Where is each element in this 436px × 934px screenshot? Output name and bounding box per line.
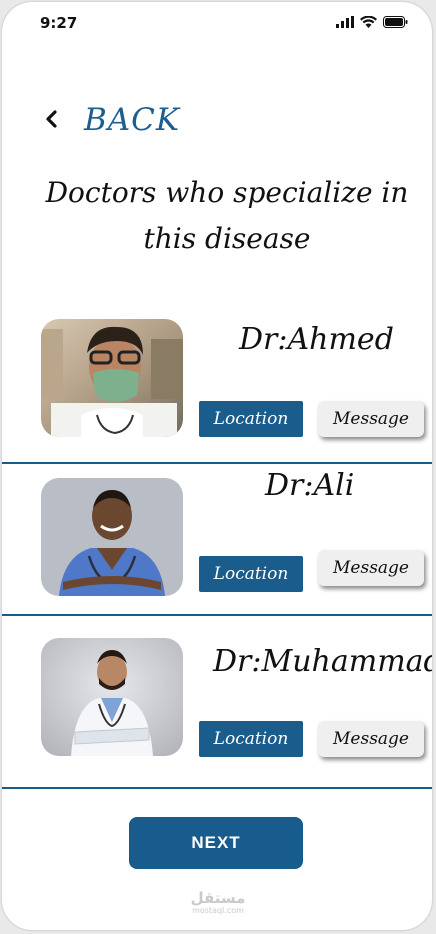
status-time: 9:27 (40, 14, 78, 32)
doctor-in-lab-coat-image (41, 638, 183, 756)
doctor-name: Dr:Ali (265, 468, 355, 503)
wifi-icon (360, 16, 377, 28)
back-chevron-icon (46, 110, 57, 128)
doctor-photo (41, 638, 183, 756)
doctor-card: Dr:Muhammad Location Message (2, 616, 432, 766)
watermark: مستقل mostaql.com (188, 890, 248, 916)
message-button[interactable]: Message (318, 401, 424, 437)
signal-icon (336, 16, 354, 28)
doctor-with-face-mask-image (41, 319, 183, 437)
location-button[interactable]: Location (199, 556, 303, 592)
divider (2, 787, 432, 789)
watermark-url: mostaql.com (192, 906, 244, 915)
phone-screen: 9:27 BACK Doctors who specialize in this… (2, 2, 432, 930)
doctor-name: Dr:Muhammad (213, 644, 432, 679)
status-bar: 9:27 (2, 2, 432, 42)
location-button[interactable]: Location (199, 401, 303, 437)
location-button[interactable]: Location (199, 721, 303, 757)
message-button[interactable]: Message (318, 550, 424, 586)
doctor-in-blue-scrubs-image (41, 478, 183, 596)
doctor-card: Dr:Ahmed Location Message (2, 302, 432, 452)
back-button[interactable]: BACK (42, 102, 180, 138)
doctor-card: Dr:Ali Location Message (2, 464, 432, 614)
doctor-photo (41, 319, 183, 437)
message-button[interactable]: Message (318, 721, 424, 757)
back-label: BACK (84, 102, 181, 138)
status-icons (336, 16, 408, 28)
doctor-photo (41, 478, 183, 596)
doctor-name: Dr:Ahmed (239, 322, 394, 357)
watermark-logo: مستقل (190, 889, 246, 907)
page-title: Doctors who specialize in this disease (45, 176, 409, 255)
battery-icon (383, 16, 408, 28)
next-button[interactable]: NEXT (129, 817, 303, 869)
